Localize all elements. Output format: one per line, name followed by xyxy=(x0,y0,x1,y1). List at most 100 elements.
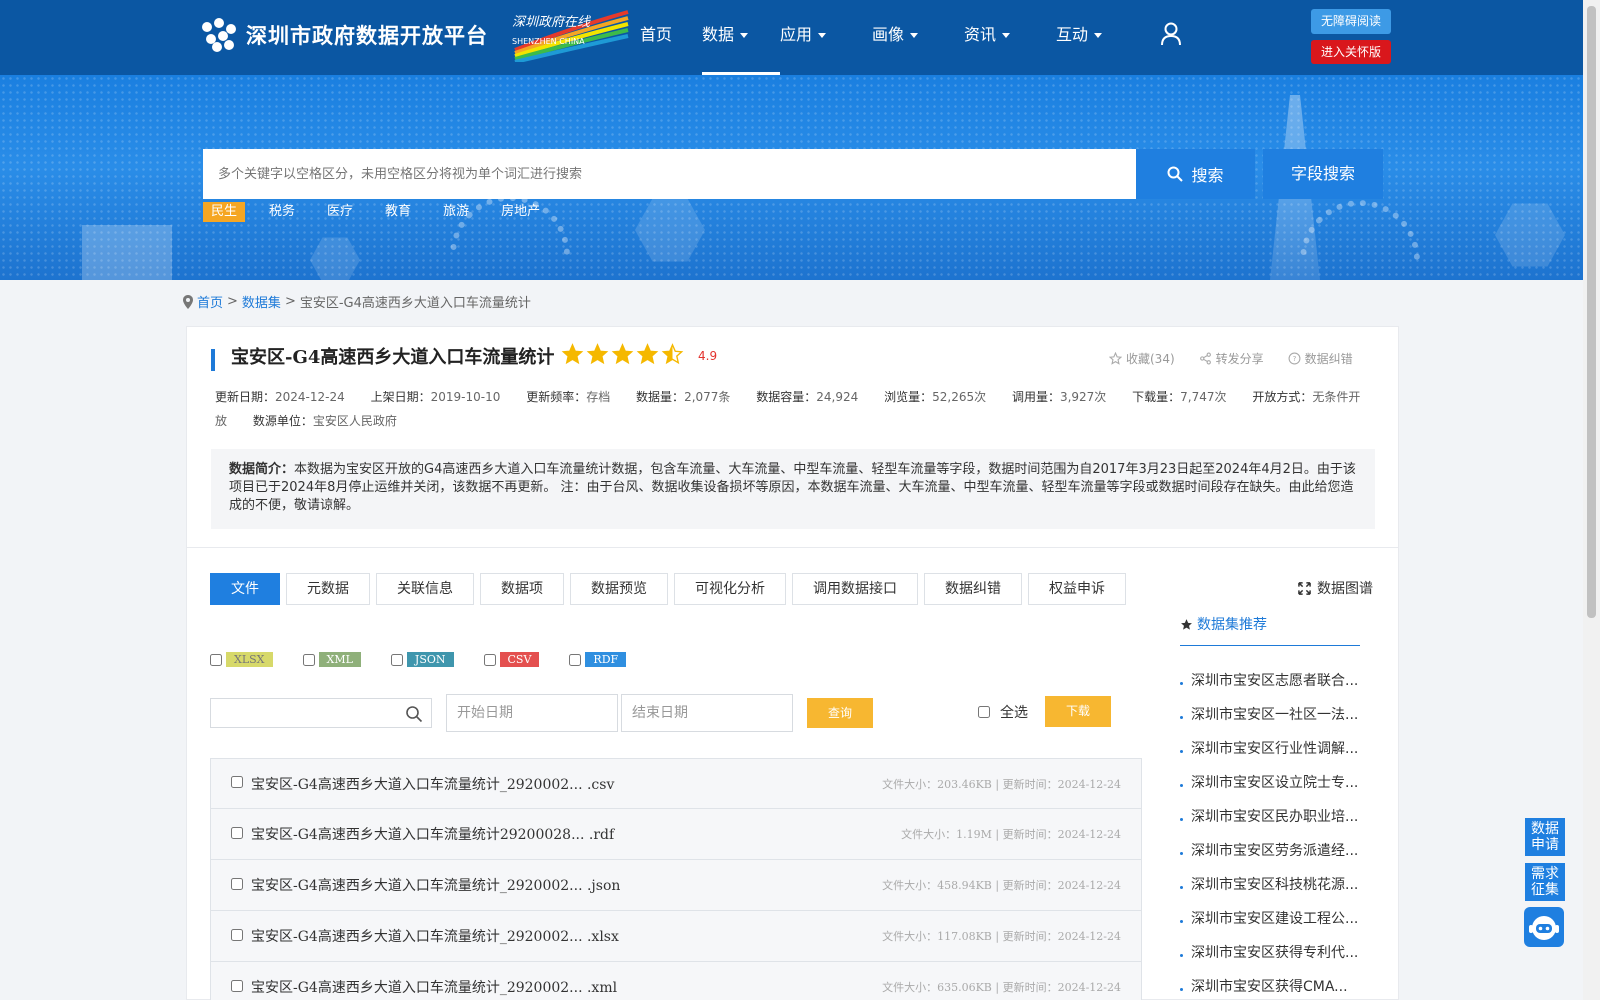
recommend-item[interactable]: 深圳市宝安区行业性调解... xyxy=(1180,738,1370,772)
format-xlsx[interactable]: XLSX xyxy=(210,652,273,667)
data-graph-label: 数据图谱 xyxy=(1317,581,1373,597)
help-circle-icon: ? xyxy=(1288,352,1301,365)
meta-record-count: 数据量：2,077条 xyxy=(636,390,730,404)
file-checkbox[interactable] xyxy=(231,776,243,788)
nav-portrait[interactable]: 画像 xyxy=(872,0,964,75)
file-row[interactable]: 宝安区-G4高速西乡大道入口车流量统计_2920002... .xlsx 文件大… xyxy=(210,911,1142,962)
search-input[interactable] xyxy=(203,149,1136,199)
tab-metadata[interactable]: 元数据 xyxy=(286,573,370,605)
select-all-checkbox[interactable] xyxy=(978,706,990,718)
file-row[interactable]: 宝安区-G4高速西乡大道入口车流量统计_2920002... .csv 文件大小… xyxy=(210,758,1142,809)
recommend-item[interactable]: 深圳市宝安区获得专利代... xyxy=(1180,942,1370,976)
file-checkbox[interactable] xyxy=(231,979,243,992)
tab-visual-analysis[interactable]: 可视化分析 xyxy=(674,573,786,605)
tag-tax[interactable]: 税务 xyxy=(261,202,303,222)
format-csv-checkbox[interactable] xyxy=(483,653,496,666)
file-keyword-input[interactable] xyxy=(210,698,432,728)
shenzhen-gov-online-logo[interactable]: 深圳政府在线 SHENZHEN CHINA xyxy=(510,10,630,64)
error-report-label: 数据纠错 xyxy=(1304,352,1353,366)
user-icon[interactable] xyxy=(1160,22,1182,46)
query-button[interactable]: 查询 xyxy=(807,698,873,728)
format-json[interactable]: JSON xyxy=(390,652,454,667)
file-checkbox[interactable] xyxy=(231,928,243,941)
end-date-input[interactable]: 结束日期 xyxy=(621,694,793,732)
select-all[interactable]: 全选 xyxy=(978,702,1028,722)
meta-key: 浏览量： xyxy=(884,390,933,404)
meta-value: 24,924 xyxy=(816,390,859,404)
tab-related-info[interactable]: 关联信息 xyxy=(376,573,474,605)
format-xml[interactable]: XML xyxy=(302,652,361,667)
tab-data-preview[interactable]: 数据预览 xyxy=(570,573,668,605)
nav-data[interactable]: 数据 xyxy=(702,0,780,75)
tab-files[interactable]: 文件 xyxy=(210,573,280,605)
share-button[interactable]: 转发分享 xyxy=(1199,350,1264,367)
recommend-item[interactable]: 深圳市宝安区建设工程公... xyxy=(1180,908,1370,942)
format-rdf[interactable]: RDF xyxy=(569,652,627,667)
tab-api[interactable]: 调用数据接口 xyxy=(792,573,918,605)
data-apply-button[interactable]: 数据申请 xyxy=(1525,818,1565,856)
nav-home[interactable]: 首页 xyxy=(640,0,702,75)
format-xlsx-checkbox[interactable] xyxy=(210,653,222,666)
format-csv[interactable]: CSV xyxy=(483,652,540,667)
chevron-down-icon xyxy=(910,33,919,38)
demand-collect-button[interactable]: 需求征集 xyxy=(1525,863,1565,901)
tab-data-items[interactable]: 数据项 xyxy=(480,573,564,605)
search-button[interactable]: 搜索 xyxy=(1136,149,1255,199)
nav-apps[interactable]: 应用 xyxy=(780,0,872,75)
breadcrumb-home[interactable]: 首页 xyxy=(197,292,223,311)
page-scrollbar[interactable] xyxy=(1583,0,1600,1000)
error-report-button[interactable]: ? 数据纠错 xyxy=(1288,350,1353,367)
file-name[interactable]: 宝安区-G4高速西乡大道入口车流量统计_2920002... .csv xyxy=(251,774,614,794)
tag-medical[interactable]: 医疗 xyxy=(319,202,361,222)
nav-news[interactable]: 资讯 xyxy=(964,0,1056,75)
tag-real-estate[interactable]: 房地产 xyxy=(493,202,548,222)
file-checkbox[interactable] xyxy=(231,877,243,890)
tag-education[interactable]: 教育 xyxy=(377,202,419,222)
file-name[interactable]: 宝安区-G4高速西乡大道入口车流量统计_2920002... .xlsx xyxy=(251,926,619,946)
meta-value: 7,747次 xyxy=(1180,390,1227,404)
accessibility-button[interactable]: 无障碍阅读 xyxy=(1311,9,1391,34)
tab-appeal[interactable]: 权益申诉 xyxy=(1028,573,1126,605)
format-json-checkbox[interactable] xyxy=(390,653,403,666)
detail-tabs: 文件 元数据 关联信息 数据项 数据预览 可视化分析 调用数据接口 数据纠错 权… xyxy=(210,573,1126,605)
scrollbar-thumb[interactable] xyxy=(1587,6,1596,618)
recommend-item[interactable]: 深圳市宝安区劳务派遣经... xyxy=(1180,840,1370,874)
file-row[interactable]: 宝安区-G4高速西乡大道入口车流量统计_2920002... .json 文件大… xyxy=(210,860,1142,911)
breadcrumb-separator: > xyxy=(284,294,296,309)
nav-home-label: 首页 xyxy=(640,25,673,44)
breadcrumb-dataset[interactable]: 数据集 xyxy=(242,292,281,311)
search-icon[interactable] xyxy=(405,705,423,723)
recommend-item[interactable]: 深圳市宝安区一社区一法... xyxy=(1180,704,1370,738)
file-row[interactable]: 宝安区-G4高速西乡大道入口车流量统计_2920002... .xml 文件大小… xyxy=(210,962,1142,1000)
recommend-item[interactable]: 深圳市宝安区民办职业培... xyxy=(1180,806,1370,840)
file-info: 文件大小：203.46KB | 更新时间：2024-12-24 xyxy=(882,777,1121,791)
format-rdf-badge: RDF xyxy=(585,652,627,667)
recommend-item[interactable]: 深圳市宝安区志愿者联合... xyxy=(1180,670,1370,704)
tag-livelihood[interactable]: 民生 xyxy=(203,202,246,222)
file-size: 文件大小：1.19M xyxy=(901,828,992,841)
format-rdf-checkbox[interactable] xyxy=(569,653,582,666)
care-mode-button[interactable]: 进入关怀版 xyxy=(1311,40,1391,64)
file-name[interactable]: 宝安区-G4高速西乡大道入口车流量统计_2920002... .xml xyxy=(251,977,617,997)
nav-interact[interactable]: 互动 xyxy=(1056,0,1146,75)
recommend-item[interactable]: 深圳市宝安区设立院士专... xyxy=(1180,772,1370,806)
tab-error-report[interactable]: 数据纠错 xyxy=(924,573,1022,605)
field-search-button[interactable]: 字段搜索 xyxy=(1263,149,1383,199)
download-button[interactable]: 下载 xyxy=(1045,696,1111,727)
collect-button[interactable]: 收藏(34) xyxy=(1109,350,1175,367)
data-graph-link[interactable]: 数据图谱 xyxy=(1298,578,1373,598)
recommend-item[interactable]: 深圳市宝安区获得CMA... xyxy=(1180,976,1370,1000)
file-name[interactable]: 宝安区-G4高速西乡大道入口车流量统计29200028... .rdf xyxy=(251,824,614,844)
format-xml-checkbox[interactable] xyxy=(302,653,315,666)
robot-icon[interactable] xyxy=(1524,907,1564,947)
meta-key: 数源单位： xyxy=(252,414,313,428)
dataset-intro: 数据简介：本数据为宝安区开放的G4高速西乡大道入口车流量统计数据，包含车流量、大… xyxy=(211,449,1375,529)
tag-tourism[interactable]: 旅游 xyxy=(435,202,477,222)
start-date-input[interactable]: 开始日期 xyxy=(446,694,618,732)
nav-interact-label: 互动 xyxy=(1056,25,1089,44)
site-logo[interactable]: 深圳市政府数据开放平台 xyxy=(202,18,488,52)
file-checkbox[interactable] xyxy=(231,826,243,839)
file-row[interactable]: 宝安区-G4高速西乡大道入口车流量统计29200028... .rdf 文件大小… xyxy=(210,809,1142,860)
recommend-item[interactable]: 深圳市宝安区科技桃花源... xyxy=(1180,874,1370,908)
file-name[interactable]: 宝安区-G4高速西乡大道入口车流量统计_2920002... .json xyxy=(251,875,620,895)
